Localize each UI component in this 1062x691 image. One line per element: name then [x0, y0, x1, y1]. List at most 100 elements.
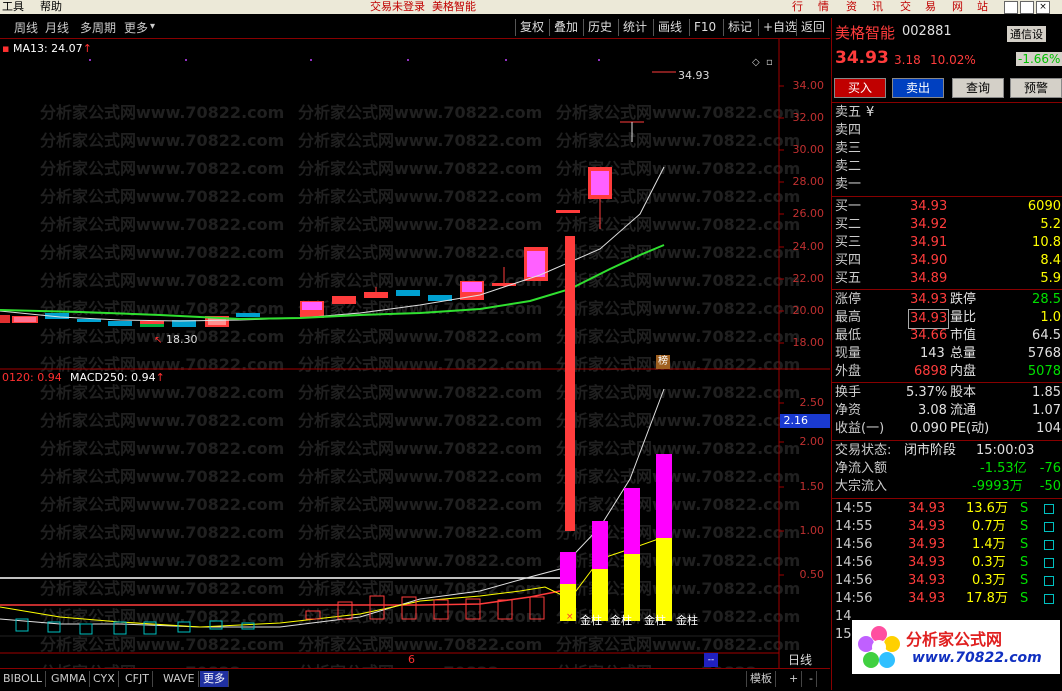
btn-mark[interactable]: 标记 [723, 19, 756, 36]
y-tick: 20.00 [792, 304, 825, 317]
sector-notice[interactable]: 通信设 [1007, 26, 1046, 42]
settings-icon: ▫ [766, 57, 773, 68]
yen-icon: ¥ [866, 105, 875, 120]
sub-y-tick: 1.00 [799, 524, 825, 537]
flower-logo-icon [858, 626, 900, 668]
y-tick: 24.00 [792, 240, 825, 253]
menu-tools[interactable]: 工具 [2, 0, 24, 14]
template-button[interactable]: 模板 [746, 671, 776, 687]
btn-history[interactable]: 历史 [583, 19, 616, 36]
btn-draw[interactable]: 画线 [653, 19, 686, 36]
chart-area[interactable]: 分析家公式网www.70822.com 分析家公式网www.70822.com 分析… [0, 39, 830, 668]
stat-row: 最低 34.66 市值 64.5 [835, 328, 1061, 343]
checkbox-icon[interactable] [1044, 522, 1054, 532]
menu-trade-1[interactable]: 交 [900, 0, 911, 14]
svg-text:×: × [566, 612, 574, 622]
stock-code: 002881 [902, 24, 952, 39]
gold-label: 金柱 [610, 614, 632, 627]
sector-pct: -1.66% [1016, 52, 1062, 66]
stat-row: 最高 34.93 量比 1.0 [832, 309, 1062, 329]
chevron-down-icon[interactable]: ▾ [150, 21, 155, 32]
zoom-in-button[interactable]: + [786, 671, 803, 687]
btn-stats[interactable]: 统计 [618, 19, 651, 36]
bid-level-4: 买四 34.90 8.4 [835, 253, 1061, 268]
btn-fuquan[interactable]: 复权 [515, 19, 548, 36]
menu-news-2[interactable]: 讯 [872, 0, 883, 14]
tab-more[interactable]: 更多 [124, 20, 148, 36]
menu-trade-2[interactable]: 易 [925, 0, 936, 14]
checkbox-icon[interactable] [1044, 594, 1054, 604]
y-tick: 22.00 [792, 272, 825, 285]
y-tick: 30.00 [792, 143, 825, 156]
scroll-thumb[interactable]: -- [704, 653, 718, 667]
trade-status-row: 交易状态: 闭市阶段 15:00:03 [835, 443, 1035, 458]
gold-label: 金柱 [676, 614, 698, 627]
checkbox-icon[interactable] [1044, 540, 1054, 550]
site-logo: 分析家公式网 www.70822.com [852, 620, 1060, 674]
tick-row: 14:55 34.93 13.6万 S [832, 500, 1062, 518]
btn-back[interactable]: 返回 [796, 19, 829, 36]
tab-cfjt[interactable]: CFJT [122, 671, 153, 687]
tab-wave[interactable]: WAVE [160, 671, 199, 687]
zoom-out-button[interactable]: - [806, 671, 817, 687]
sub-y-tick: 2.50 [799, 396, 825, 409]
tick-row: 14:56 34.93 0.3万 S [832, 554, 1062, 572]
stat-row: 净资 3.08 流通 1.07 [835, 403, 1061, 418]
checkbox-icon[interactable] [1044, 576, 1054, 586]
y-tick: 26.00 [792, 207, 825, 220]
close-icon[interactable]: × [1036, 1, 1050, 14]
checkbox-icon[interactable] [1044, 504, 1054, 514]
bid-level-5: 买五 34.89 5.9 [835, 271, 1061, 286]
sub-y-tick: 0.50 [799, 568, 825, 581]
menu-site-2[interactable]: 站 [977, 0, 988, 14]
menu-help[interactable]: 帮助 [40, 0, 62, 14]
ask-level-2: 卖二 [835, 159, 862, 174]
tab-more[interactable]: 更多 [200, 671, 229, 687]
bid-level-1: 买一 34.93 6090 [835, 199, 1061, 214]
tab-biboll[interactable]: BIBOLL [0, 671, 47, 687]
alert-button[interactable]: 预警 [1010, 78, 1062, 98]
ask-level-5: 卖五 ¥ [835, 105, 875, 120]
restore-icon[interactable] [1020, 1, 1034, 14]
checkbox-icon[interactable] [1044, 558, 1054, 568]
tab-cyx[interactable]: CYX [90, 671, 119, 687]
menu-quote-1[interactable]: 行 [792, 0, 803, 14]
indicator-left-label: 0120: 0.94 [2, 371, 62, 384]
y-tick: 32.00 [792, 111, 825, 124]
period-label[interactable]: 日线 [788, 651, 812, 668]
btn-overlay[interactable]: 叠加 [549, 19, 582, 36]
y-tick: 18.00 [792, 336, 825, 349]
stat-row: 换手 5.37% 股本 1.85 [835, 385, 1061, 400]
sub-y-tick: 2.00 [799, 435, 825, 448]
bid-level-3: 买三 34.91 10.8 [835, 235, 1061, 250]
sell-button[interactable]: 卖出 [892, 78, 944, 98]
btn-add-watchlist[interactable]: +自选 [758, 19, 801, 36]
query-button[interactable]: 查询 [952, 78, 1004, 98]
menu-quote-2[interactable]: 情 [818, 0, 829, 14]
stat-row: 外盘 6898 内盘 5078 [835, 364, 1061, 379]
block-inflow-row: 大宗流入 -9993万 -50 [835, 479, 1061, 494]
tab-multi-period[interactable]: 多周期 [80, 20, 116, 36]
logo-url: www.70822.com [912, 650, 1042, 666]
y-tick: 34.00 [792, 79, 825, 92]
ask-level-4: 卖四 [835, 123, 862, 138]
stat-row: 收益(一) 0.090 PE(动) 104 [835, 421, 1061, 436]
price-chart-svg: ◇ ▫ ↖ × [0, 39, 830, 668]
menu-site-1[interactable]: 网 [952, 0, 963, 14]
ask-level-1: 卖一 [835, 177, 862, 192]
bid-level-2: 买二 34.92 5.2 [835, 217, 1061, 232]
diamond-icon: ◇ [752, 57, 760, 68]
rank-badge[interactable]: 榜 [656, 355, 670, 369]
tab-monthly[interactable]: 月线 [45, 20, 69, 36]
svg-text:↖: ↖ [154, 335, 162, 346]
price-change: 3.18 [894, 53, 921, 67]
tab-gmma[interactable]: GMMA [48, 671, 91, 687]
y-tick: 28.00 [792, 175, 825, 188]
minimize-icon[interactable] [1004, 1, 1018, 14]
stock-name: 美格智能 [835, 24, 896, 42]
btn-f10[interactable]: F10 [689, 19, 720, 36]
tick-row: 14:55 34.93 0.7万 S [832, 518, 1062, 536]
buy-button[interactable]: 买入 [834, 78, 886, 98]
tab-weekly[interactable]: 周线 [14, 20, 38, 36]
menu-news-1[interactable]: 资 [846, 0, 857, 14]
